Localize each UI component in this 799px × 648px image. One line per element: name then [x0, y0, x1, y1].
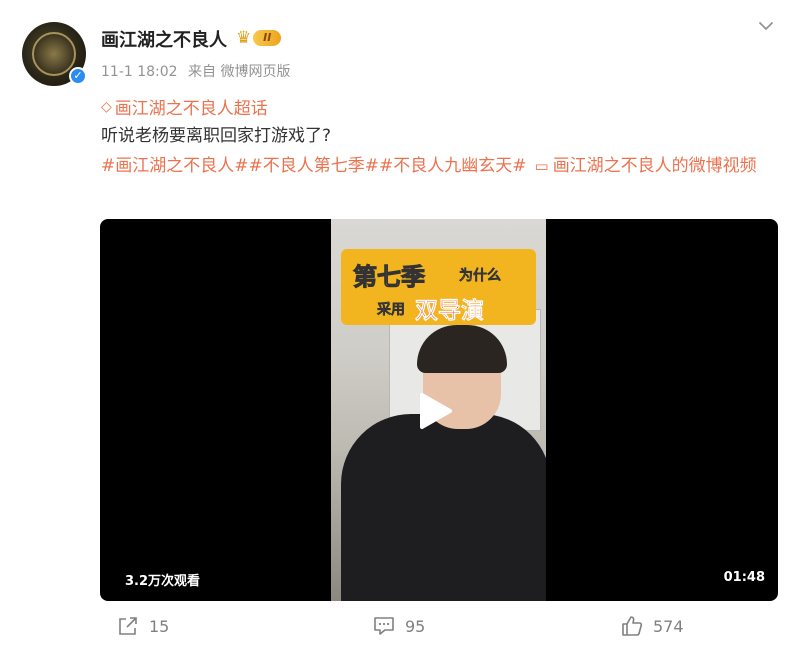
like-count: 574: [653, 616, 684, 636]
verified-badge-icon: ✓: [69, 67, 87, 85]
vip-level: II: [253, 30, 282, 46]
comment-icon: [374, 617, 394, 635]
crown-icon: ♛: [236, 28, 252, 48]
banner-subtitle: 为什么: [459, 268, 502, 285]
supertopic-label: 画江湖之不良人超话: [114, 99, 268, 119]
username[interactable]: 画江湖之不良人: [101, 26, 227, 52]
play-icon[interactable]: [412, 389, 456, 433]
hashtag-link[interactable]: #不良人第七季#: [249, 156, 380, 176]
vip-badge[interactable]: ♛ II: [236, 28, 282, 48]
post-timestamp[interactable]: 11-1 18:02: [101, 64, 178, 80]
avatar-emblem: [32, 32, 76, 76]
share-count: 15: [149, 616, 170, 636]
banner-subtitle-2: 采用: [377, 302, 406, 319]
video-link[interactable]: 画江湖之不良人的微博视频: [553, 156, 757, 176]
banner-title: 第七季: [353, 263, 426, 292]
post-meta: 11-1 18:02 来自 微博网页版: [101, 61, 296, 81]
hashtag-link[interactable]: #画江湖之不良人#: [101, 156, 249, 176]
share-icon: [119, 617, 137, 635]
chevron-down-icon[interactable]: [756, 16, 776, 36]
supertopic-link[interactable]: ◇ 画江湖之不良人超话: [101, 94, 268, 120]
post-tags: #画江湖之不良人##不良人第七季##不良人九幽玄天# ▭ 画江湖之不良人的微博视频: [101, 151, 781, 182]
like-button[interactable]: 574: [621, 614, 684, 638]
video-link-icon: ▭: [534, 157, 549, 175]
comment-button[interactable]: 95: [373, 614, 425, 638]
post-source: 来自 微博网页版: [188, 64, 291, 80]
thumbs-up-icon: [622, 616, 643, 636]
banner-highlight: 双导演: [415, 298, 485, 325]
hashtag-link[interactable]: #不良人九幽玄天#: [379, 156, 527, 176]
video-duration: 01:48: [723, 570, 765, 585]
post-text: 听说老杨要离职回家打游戏了?: [101, 126, 332, 146]
person-body: [341, 414, 546, 601]
supertopic-icon: ◇: [101, 98, 112, 115]
share-button[interactable]: 15: [117, 614, 169, 638]
thumbnail-banner: 第七季 为什么 采用 双导演: [341, 249, 536, 325]
view-count: 3.2万次观看: [125, 574, 201, 589]
comment-count: 95: [405, 616, 426, 636]
